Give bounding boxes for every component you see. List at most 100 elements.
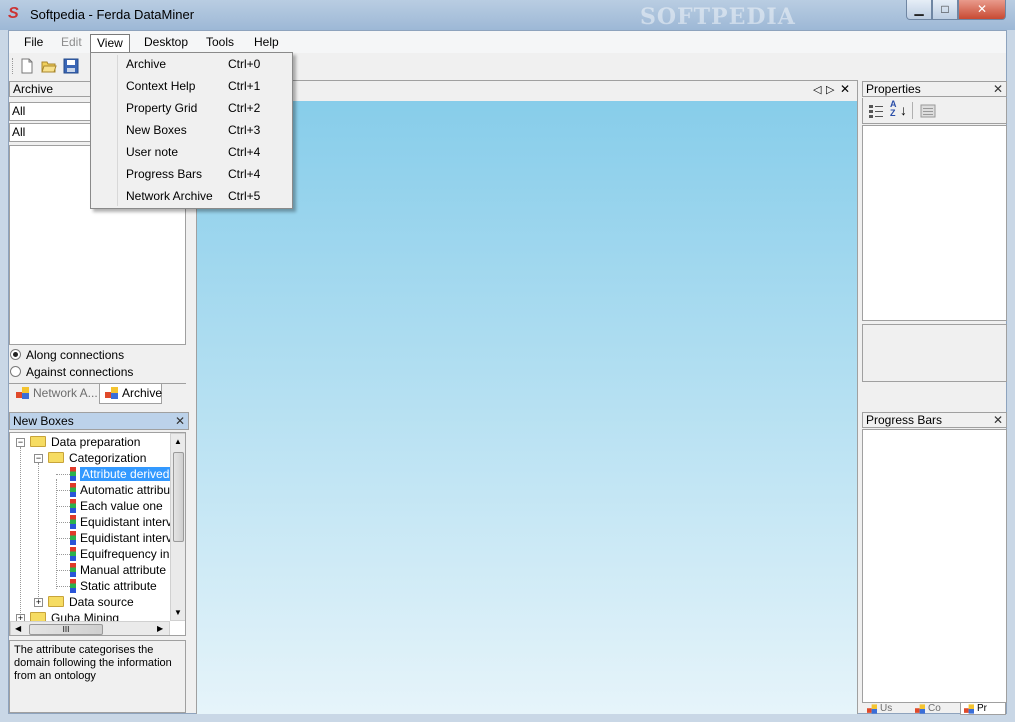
tree-vertical-scrollbar[interactable]: ▲ ▼ — [170, 433, 185, 621]
menu-item-new-boxes[interactable]: New Boxes Ctrl+3 — [91, 119, 292, 141]
tab-scroll-left-icon[interactable]: ◁ — [813, 83, 821, 96]
tree-node-data-source[interactable]: Data source — [48, 594, 134, 610]
user-note-icon — [867, 704, 877, 714]
menu-item-property-grid[interactable]: Property Grid Ctrl+2 — [91, 97, 292, 119]
new-boxes-panel-title: New Boxes — [13, 414, 74, 428]
menu-view[interactable]: View — [90, 34, 130, 53]
tree-line — [56, 570, 70, 571]
box-type-icon — [70, 499, 76, 513]
scroll-down-icon[interactable]: ▼ — [174, 608, 182, 617]
tree-line — [56, 554, 70, 555]
progress-panel-header: Progress Bars ✕ — [862, 412, 1007, 428]
tab-progress-bars[interactable]: Pr — [960, 703, 1006, 715]
radio-dot-selected — [10, 349, 21, 360]
scroll-left-icon[interactable]: ◀ — [15, 624, 21, 633]
tree-line — [56, 522, 70, 523]
box-type-icon — [70, 563, 76, 577]
properties-close-icon[interactable]: ✕ — [993, 82, 1003, 97]
toolbar-separator — [912, 102, 913, 119]
menu-item-user-note[interactable]: User note Ctrl+4 — [91, 141, 292, 163]
menu-tools[interactable]: Tools — [200, 34, 240, 53]
collapse-icon[interactable]: − — [16, 438, 25, 447]
menu-item-shortcut: Ctrl+5 — [228, 189, 261, 203]
watermark: SOFTPEDIA — [640, 4, 796, 30]
menu-item-label: User note — [126, 145, 179, 159]
tree-leaf-label: Automatic attribu — [80, 483, 171, 497]
menu-item-archive[interactable]: Archive Ctrl+0 — [91, 53, 292, 75]
scroll-thumb-h[interactable]: III — [29, 624, 103, 635]
new-boxes-panel-header: New Boxes ✕ — [9, 412, 189, 430]
tree-line — [56, 490, 70, 491]
sort-arrow-icon: ↓ — [900, 102, 907, 118]
menu-item-progress-bars[interactable]: Progress Bars Ctrl+4 — [91, 163, 292, 185]
folder-icon — [48, 596, 64, 607]
menu-edit[interactable]: Edit — [55, 34, 88, 53]
menu-item-shortcut: Ctrl+0 — [228, 57, 261, 71]
tab-context-help[interactable]: Co — [912, 703, 956, 715]
new-boxes-tree[interactable]: − Data preparation − Categorization Attr… — [9, 432, 186, 636]
menu-desktop[interactable]: Desktop — [138, 34, 194, 53]
title-bar: S Softpedia - Ferda DataMiner SOFTPEDIA … — [0, 0, 1015, 30]
expand-icon[interactable]: + — [34, 598, 43, 607]
properties-panel-header: Properties ✕ — [862, 81, 1007, 97]
new-file-icon[interactable] — [19, 58, 35, 74]
tree-leaf[interactable]: Equidistant interv — [70, 514, 172, 530]
scroll-up-icon[interactable]: ▲ — [174, 437, 182, 446]
menu-help[interactable]: Help — [248, 34, 285, 53]
radio-against-connections[interactable]: Against connections — [10, 365, 133, 379]
scroll-thumb[interactable] — [173, 452, 184, 542]
tab-network-archive-label: Network A... — [33, 386, 98, 400]
menu-item-label: New Boxes — [126, 123, 187, 137]
tab-user-note[interactable]: Us — [864, 703, 908, 715]
box-type-icon — [70, 531, 76, 545]
tree-leaf[interactable]: Equidistant interv — [70, 530, 172, 546]
alphabetical-sort-icon[interactable]: A Z — [890, 100, 900, 118]
tab-scroll-right-icon[interactable]: ▷ — [826, 83, 834, 96]
tree-leaf[interactable]: Automatic attribu — [70, 482, 170, 498]
toolbar-grip[interactable] — [12, 58, 15, 74]
close-button[interactable]: ✕ — [958, 0, 1006, 20]
tree-line — [20, 447, 21, 635]
document-close-icon[interactable]: ✕ — [840, 82, 850, 96]
tree-leaf[interactable]: Each value one — [70, 498, 163, 514]
tree-leaf[interactable]: Attribute derived — [70, 466, 172, 482]
tab-archive[interactable]: Archive — [99, 384, 162, 404]
property-pages-icon[interactable] — [920, 103, 936, 119]
tab-progress-bars-label: Pr — [977, 703, 987, 714]
progress-bars-icon — [964, 704, 974, 714]
scroll-right-icon[interactable]: ▶ — [157, 624, 163, 633]
menu-item-label: Property Grid — [126, 101, 198, 115]
tab-archive-label: Archive — [122, 386, 163, 400]
radio-along-connections[interactable]: Along connections — [10, 348, 124, 362]
tab-network-archive[interactable]: Network A... — [11, 384, 99, 404]
minimize-button[interactable]: ▁ — [906, 0, 932, 20]
menu-item-network-archive[interactable]: Network Archive Ctrl+5 — [91, 185, 292, 207]
tree-node-categorization[interactable]: Categorization — [48, 450, 146, 466]
tree-leaf-label: Equifrequency in — [80, 547, 170, 561]
desktop-canvas[interactable] — [197, 101, 857, 714]
maximize-button[interactable]: □ — [932, 0, 958, 20]
categorized-icon[interactable] — [868, 103, 884, 119]
tree-leaf[interactable]: Static attribute — [70, 578, 157, 594]
property-grid[interactable] — [862, 125, 1007, 321]
collapse-icon[interactable]: − — [34, 454, 43, 463]
tab-context-help-label: Co — [928, 703, 941, 714]
menu-file[interactable]: File — [18, 34, 49, 53]
box-type-icon — [70, 579, 76, 593]
menu-item-label: Context Help — [126, 79, 196, 93]
progress-bars-list[interactable] — [862, 429, 1007, 703]
tree-leaf[interactable]: Equifrequency in — [70, 546, 169, 562]
radio-along-label: Along connections — [26, 348, 125, 362]
radio-against-label: Against connections — [26, 365, 134, 379]
tree-leaf-label: Each value one — [80, 499, 163, 513]
menu-item-context-help[interactable]: Context Help Ctrl+1 — [91, 75, 292, 97]
progress-close-icon[interactable]: ✕ — [993, 413, 1003, 428]
open-folder-icon[interactable] — [41, 58, 57, 74]
tree-horizontal-scrollbar[interactable]: ◀ III ▶ — [10, 621, 170, 635]
tree-node-data-preparation[interactable]: Data preparation — [30, 434, 140, 450]
new-boxes-close-icon[interactable]: ✕ — [175, 413, 185, 430]
tree-node-label: Categorization — [69, 451, 147, 465]
tree-leaf-label: Equidistant interv — [80, 531, 173, 545]
tree-leaf[interactable]: Manual attribute — [70, 562, 166, 578]
save-icon[interactable] — [63, 58, 79, 74]
